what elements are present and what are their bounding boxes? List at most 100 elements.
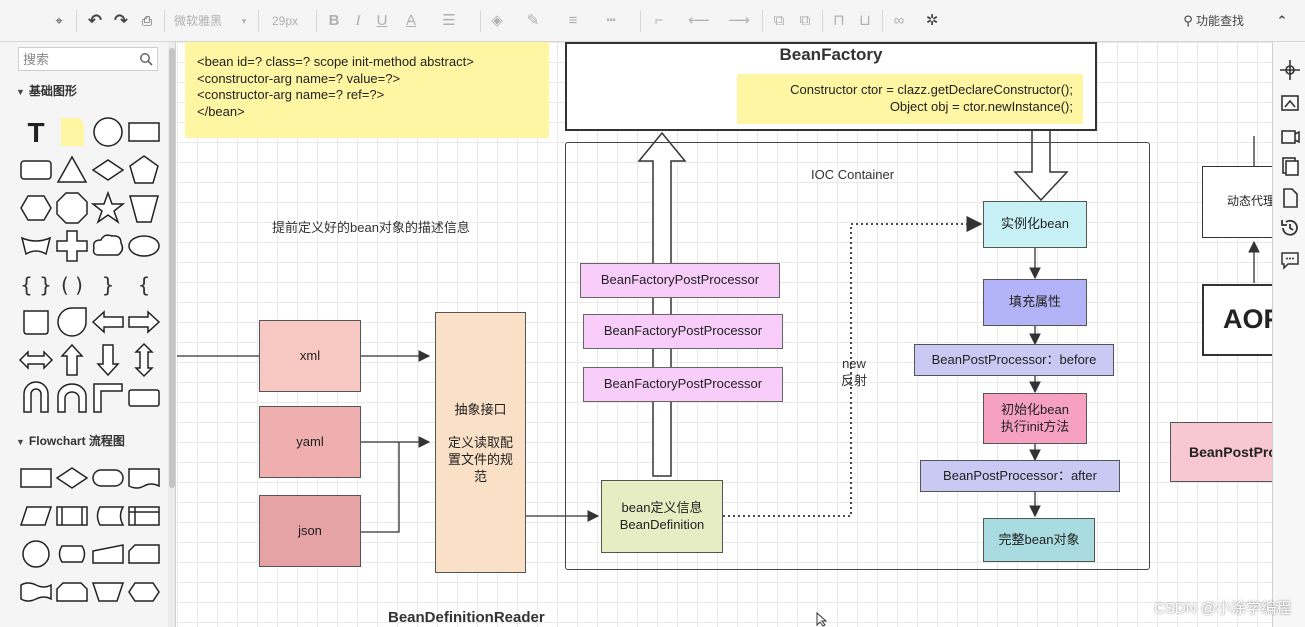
note-shape-icon[interactable] (54, 114, 90, 150)
line-start-icon[interactable]: ⟵ (682, 10, 716, 32)
instantiate-bean-box[interactable]: 实例化bean (983, 201, 1087, 248)
align-icon[interactable]: ☰ (440, 10, 458, 32)
format-painter-icon[interactable]: ⎙ (138, 10, 156, 32)
internal-storage-shape-icon[interactable] (126, 498, 162, 534)
bean-xml-note[interactable]: <bean id=? class=? scope init-method abs… (185, 42, 549, 138)
data-shape-icon[interactable] (18, 498, 54, 534)
undo-icon[interactable]: ↶ (86, 10, 104, 32)
manual-operation-shape-icon[interactable] (90, 574, 126, 610)
brace-shape-icon[interactable]: { } (18, 266, 54, 302)
tear-shape-icon[interactable] (54, 304, 90, 340)
shape-search-input[interactable] (23, 50, 133, 68)
bracket-shape-icon[interactable]: ( ) (54, 266, 90, 302)
right-arrow-shape-icon[interactable] (126, 304, 162, 340)
vertical-double-arrow-shape-icon[interactable] (126, 342, 162, 378)
bean-factory-post-processor-box[interactable]: BeanFactoryPostProcessor (583, 367, 783, 402)
shape-search-box[interactable] (18, 47, 158, 71)
octagon-shape-icon[interactable] (54, 190, 90, 226)
bean-factory-box[interactable]: BeanFactory Constructor ctor = clazz.get… (565, 42, 1097, 131)
collapse-toolbar-icon[interactable]: ⌃ (1272, 10, 1292, 32)
left-arrow-shape-icon[interactable] (90, 304, 126, 340)
line-width-icon[interactable]: ≡ (562, 10, 584, 32)
initialize-bean-box[interactable]: 初始化bean 执行init方法 (983, 393, 1087, 444)
manual-input-shape-icon[interactable] (90, 536, 126, 572)
rectangle-shape-icon[interactable] (126, 114, 162, 150)
bean-definition-box[interactable]: bean定义信息 BeanDefinition (601, 480, 723, 553)
font-family-select[interactable]: 微软雅黑 (174, 10, 230, 32)
ellipse-shape-icon[interactable] (126, 228, 162, 264)
up-arrow-shape-icon[interactable] (54, 342, 90, 378)
unlock-icon[interactable]: ⊔ (856, 10, 874, 32)
database-shape-icon[interactable] (54, 536, 90, 572)
edge-json-to-reader[interactable] (361, 442, 400, 533)
cloud-shape-icon[interactable] (90, 228, 126, 264)
bean-definition-reader-box[interactable]: 抽象接口 定义读取配置文件的规范 (435, 312, 526, 573)
hexagon-shape-icon[interactable] (18, 190, 54, 226)
video-icon[interactable] (1279, 125, 1301, 147)
ctor-code-note[interactable]: Constructor ctor = clazz.getDeclareConst… (737, 74, 1083, 124)
u-turn-arrow-shape-icon[interactable] (18, 380, 54, 416)
sidebar-scrollbar[interactable] (168, 42, 175, 627)
triangle-shape-icon[interactable] (54, 152, 90, 188)
flat-rectangle-shape-icon[interactable] (126, 380, 162, 416)
magic-wand-icon[interactable]: ✲ (922, 10, 942, 32)
complete-bean-box[interactable]: 完整bean对象 (983, 518, 1095, 562)
history-icon[interactable] (1279, 217, 1301, 239)
document-shape-icon[interactable] (126, 460, 162, 496)
fill-color-icon[interactable]: ◈ (488, 10, 506, 32)
send-back-icon[interactable]: ⧉ (796, 10, 814, 32)
connector-icon[interactable]: ⌐ (648, 10, 670, 32)
font-size-stepper[interactable]: 29px (268, 10, 302, 32)
terminator-shape-icon[interactable] (90, 460, 126, 496)
loop-limit-shape-icon[interactable] (54, 574, 90, 610)
navigate-icon[interactable] (1279, 59, 1301, 81)
decision-shape-icon[interactable] (54, 460, 90, 496)
bean-post-processor-after-box[interactable]: BeanPostProcessor：after (920, 460, 1120, 492)
lock-icon[interactable]: ⊓ (830, 10, 848, 32)
populate-properties-box[interactable]: 填充属性 (983, 279, 1087, 326)
font-color-icon[interactable]: A (402, 10, 420, 32)
search-icon[interactable] (139, 52, 153, 66)
stored-data-shape-icon[interactable] (90, 498, 126, 534)
bean-factory-post-processor-box[interactable]: BeanFactoryPostProcessor (583, 314, 783, 349)
cross-shape-icon[interactable] (54, 228, 90, 264)
text-shape-icon[interactable]: T (18, 114, 54, 150)
line-end-icon[interactable]: ⟶ (722, 10, 756, 32)
left-brace-shape-icon[interactable]: { (126, 266, 162, 302)
link-icon[interactable]: ∞ (890, 10, 908, 32)
shield-shape-icon[interactable] (126, 190, 162, 226)
comment-icon[interactable] (1279, 249, 1301, 271)
underline-icon[interactable]: U (374, 10, 390, 32)
bean-post-processor-before-box[interactable]: BeanPostProcessor：before (914, 344, 1114, 376)
feature-search-button[interactable]: 功能查找 (1196, 10, 1256, 32)
chevron-down-icon[interactable]: ▾ (238, 10, 250, 32)
predefined-process-shape-icon[interactable] (54, 498, 90, 534)
diamond-shape-icon[interactable] (90, 152, 126, 188)
bring-front-icon[interactable]: ⧉ (770, 10, 788, 32)
sidebar-scrollbar-thumb[interactable] (169, 48, 175, 488)
corner-shape-icon[interactable] (90, 380, 126, 416)
redo-icon[interactable]: ↷ (112, 10, 130, 32)
down-arrow-shape-icon[interactable] (90, 342, 126, 378)
pentagon-shape-icon[interactable] (126, 152, 162, 188)
rounded-rectangle-shape-icon[interactable] (18, 152, 54, 188)
italic-icon[interactable]: I (350, 10, 366, 32)
double-arrow-shape-icon[interactable] (18, 342, 54, 378)
dynamic-proxy-box[interactable]: 动态代理 (1202, 166, 1272, 238)
right-brace-shape-icon[interactable]: } (90, 266, 126, 302)
card-shape-icon[interactable] (18, 304, 54, 340)
banner-shape-icon[interactable] (18, 228, 54, 264)
pages-icon[interactable] (1279, 155, 1301, 177)
circle-shape-icon[interactable] (90, 114, 126, 150)
aop-box[interactable]: AOP (1202, 284, 1272, 356)
document-icon[interactable] (1279, 187, 1301, 209)
bold-icon[interactable]: B (326, 10, 342, 32)
xml-source-box[interactable]: xml (259, 320, 361, 392)
pointer-tool-icon[interactable]: ⌖ (50, 10, 68, 32)
format-panel-icon[interactable] (1279, 92, 1301, 114)
card-flow-shape-icon[interactable] (126, 536, 162, 572)
connector-circle-shape-icon[interactable] (18, 536, 54, 572)
punched-tape-shape-icon[interactable] (18, 574, 54, 610)
star-shape-icon[interactable] (90, 190, 126, 226)
curved-arrow-shape-icon[interactable] (54, 380, 90, 416)
